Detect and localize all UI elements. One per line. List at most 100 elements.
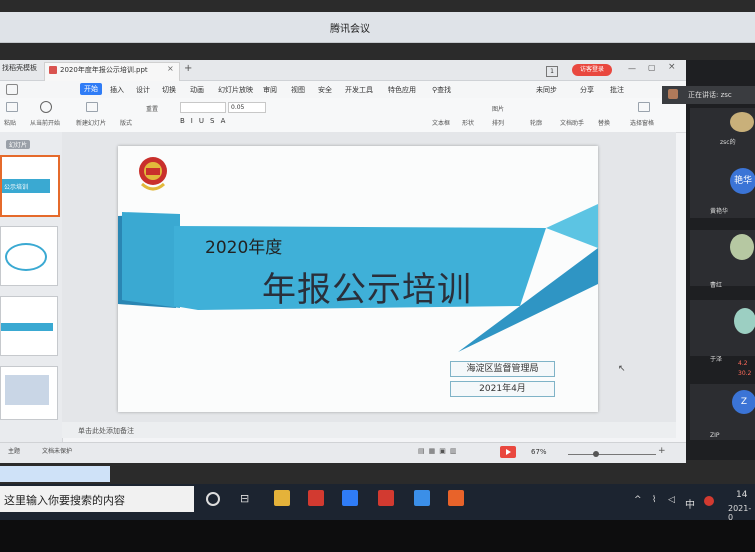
view-mode-icons[interactable]: ▤▦▣▥ (418, 447, 460, 455)
participant-name-2: 黄艳华 (710, 208, 729, 215)
menu-start[interactable]: 开始 (80, 83, 102, 95)
outline-button[interactable]: 轮廓 (530, 118, 542, 127)
sogou-icon[interactable] (704, 496, 714, 506)
text-format-buttons[interactable]: BIUSA (180, 117, 231, 125)
participant-tile-1[interactable]: zsc的 (690, 108, 755, 164)
menu-animation[interactable]: 动画 (190, 85, 204, 95)
slide-year-text: 2020年度 (205, 238, 283, 258)
slide-thumbnail-3[interactable] (0, 296, 58, 356)
menu-insert[interactable]: 插入 (110, 85, 124, 95)
font-name-select[interactable] (180, 102, 226, 113)
ppt-file-icon (49, 66, 57, 74)
slide-thumbnail-2[interactable] (0, 226, 58, 286)
menu-view[interactable]: 视图 (291, 85, 305, 95)
taskbar-time[interactable]: 14 (736, 490, 747, 500)
menu-search[interactable]: ⚲查找 (432, 85, 451, 95)
doc-helper-button[interactable]: 文档助手 (560, 118, 584, 127)
menu-review[interactable]: 审阅 (263, 85, 277, 95)
participant-name-4: 于泽 (710, 356, 723, 363)
task-view-icon[interactable]: ⊟ (240, 492, 249, 505)
speaker-avatar (668, 89, 678, 99)
browser-icon[interactable] (342, 490, 358, 506)
play-from-current-icon[interactable] (40, 101, 52, 113)
avatar (730, 112, 754, 132)
news-app-icon[interactable] (378, 490, 394, 506)
paste-label: 粘贴 (4, 120, 17, 127)
select-pane-button[interactable]: 选择窗格 (630, 118, 654, 127)
new-slide-button[interactable]: 新建幻灯片 (76, 118, 106, 127)
window-count-icon[interactable]: 1 (546, 66, 558, 77)
menu-design[interactable]: 设计 (136, 85, 150, 95)
picture-button[interactable]: 图片 (492, 104, 504, 113)
ime-toolbar[interactable] (0, 466, 110, 482)
from-current-button[interactable]: 从当前开始 (30, 118, 60, 127)
notes-bar (62, 422, 676, 438)
network-icon[interactable]: ⌇ (652, 495, 656, 505)
new-slide-icon[interactable] (86, 102, 98, 112)
participant-tile-4[interactable]: 于泽 4.2 30.2 (690, 300, 755, 377)
guest-login-button[interactable]: 访客登录 (572, 64, 612, 76)
slide-thumbnail-4[interactable] (0, 366, 58, 420)
mouse-cursor-icon: ↖ (618, 364, 626, 374)
sync-status[interactable]: 未同步 (536, 85, 557, 95)
wps-icon[interactable] (308, 490, 324, 506)
slideshow-play-button[interactable] (500, 446, 516, 458)
avatar (730, 234, 754, 260)
slide-thumbnail-1[interactable]: 公示培训 (0, 155, 60, 217)
theme-status[interactable]: 主题 (8, 446, 20, 455)
monitor-bezel (0, 520, 755, 552)
textbox-button[interactable]: 文本框 (432, 118, 450, 127)
menu-transition[interactable]: 切换 (162, 85, 176, 95)
participant-tile-3[interactable]: 曹红 (690, 230, 755, 289)
menu-security[interactable]: 安全 (318, 85, 332, 95)
zoom-in-icon[interactable]: + (658, 446, 666, 456)
taskbar-search-placeholder: 这里输入你要搜索的内容 (4, 494, 125, 507)
new-tab-button[interactable]: + (184, 63, 192, 74)
cortana-icon[interactable] (206, 492, 220, 506)
shapes-button[interactable]: 形状 (462, 118, 474, 127)
select-pane-icon[interactable] (638, 102, 650, 112)
menu-special[interactable]: 特色应用 (388, 85, 416, 95)
participant-tile-2[interactable]: 艳华 黄艳华 (690, 162, 755, 218)
file-explorer-icon[interactable] (274, 490, 290, 506)
layout-button[interactable]: 版式 (120, 118, 132, 127)
participant-name-5: ZIP (710, 432, 720, 439)
avatar: 艳华 (730, 168, 755, 194)
close-tab-icon[interactable]: × (167, 64, 174, 73)
zoom-slider-knob[interactable] (593, 451, 599, 457)
menu-developer[interactable]: 开发工具 (345, 85, 373, 95)
ribbon-toolbar (0, 98, 686, 133)
notes-placeholder[interactable]: 单击此处添加备注 (78, 426, 134, 436)
slides-panel-label: 幻灯片 (6, 140, 31, 149)
tencent-meeting-icon[interactable] (414, 490, 430, 506)
wps-presentation-icon[interactable] (448, 490, 464, 506)
zoom-slider[interactable] (568, 454, 656, 455)
network-stat-2: 30.2 (738, 370, 752, 377)
slide-date-label: 2021年4月 (450, 381, 555, 397)
tab-document[interactable]: 2020年度年报公示培训.ppt × (44, 62, 180, 81)
network-stat-1: 4.2 (738, 360, 748, 367)
meeting-title-bar (0, 12, 755, 43)
doc-protect-status[interactable]: 文档未保护 (42, 446, 72, 455)
zoom-level[interactable]: 67% (531, 448, 547, 456)
paste-icon[interactable] (6, 102, 18, 112)
tray-arrow-icon[interactable]: ^ (634, 495, 642, 505)
minimize-icon[interactable]: — (628, 64, 636, 73)
comment-button[interactable]: 批注 (610, 85, 624, 95)
input-method-indicator[interactable]: 中 (685, 496, 695, 511)
tab-template[interactable]: 找稻壳模板 (2, 63, 37, 73)
hamburger-icon[interactable] (6, 84, 18, 95)
slide-title-text: 年报公示培训 (262, 270, 472, 310)
thumb4-block (5, 375, 49, 405)
font-size-value: 0.05 (231, 104, 245, 111)
maximize-icon[interactable]: ▢ (648, 63, 656, 72)
font-size-field[interactable]: 0.05 (228, 102, 266, 113)
replace-button[interactable]: 替换 (598, 118, 610, 127)
reset-button[interactable]: 重置 (146, 104, 158, 113)
volume-icon[interactable]: ◁ (668, 495, 675, 505)
close-window-icon[interactable]: × (668, 62, 676, 72)
menu-slideshow[interactable]: 幻灯片放映 (218, 85, 253, 95)
share-button[interactable]: 分享 (580, 85, 594, 95)
participant-tile-5[interactable]: Z ZIP (690, 384, 755, 440)
arrange-button[interactable]: 排列 (492, 118, 504, 127)
